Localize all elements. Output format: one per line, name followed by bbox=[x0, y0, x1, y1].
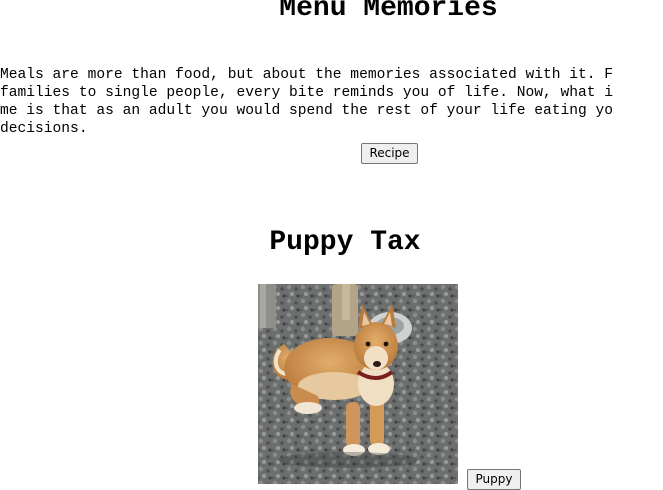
intro-line: decisions. bbox=[0, 121, 88, 137]
recipe-button[interactable]: Recipe bbox=[361, 143, 418, 164]
puppy-photo bbox=[258, 284, 458, 484]
page-title: Menu Memories bbox=[279, 0, 498, 24]
intro-paragraph: Meals are more than food, but about the … bbox=[0, 66, 663, 138]
puppy-tax-heading: Puppy Tax bbox=[269, 227, 421, 258]
intro-line: me is that as an adult you would spend t… bbox=[0, 103, 614, 119]
intro-line: families to single people, every bite re… bbox=[0, 85, 614, 101]
intro-line: Meals are more than food, but about the … bbox=[0, 67, 614, 83]
